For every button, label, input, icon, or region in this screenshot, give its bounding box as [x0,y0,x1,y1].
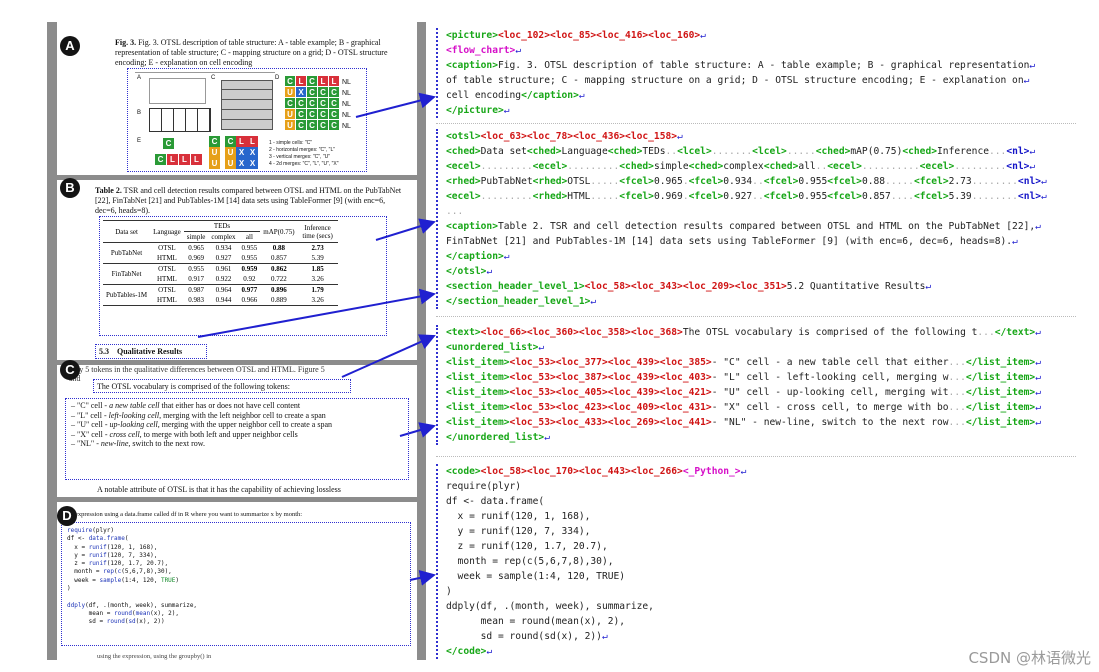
badge-b: B [60,178,80,198]
watermark: CSDN @林语微光 [968,649,1091,667]
badge-c: C [60,360,80,380]
arrow-table [375,218,436,241]
arrow-text [341,334,436,378]
mapping-arrows [197,92,436,586]
arrow-list [399,422,436,438]
arrow-figure [355,92,436,118]
arrow-section [197,288,436,338]
arrow-code [409,570,436,586]
badge-d: D [57,506,77,526]
badge-a: A [60,36,80,56]
